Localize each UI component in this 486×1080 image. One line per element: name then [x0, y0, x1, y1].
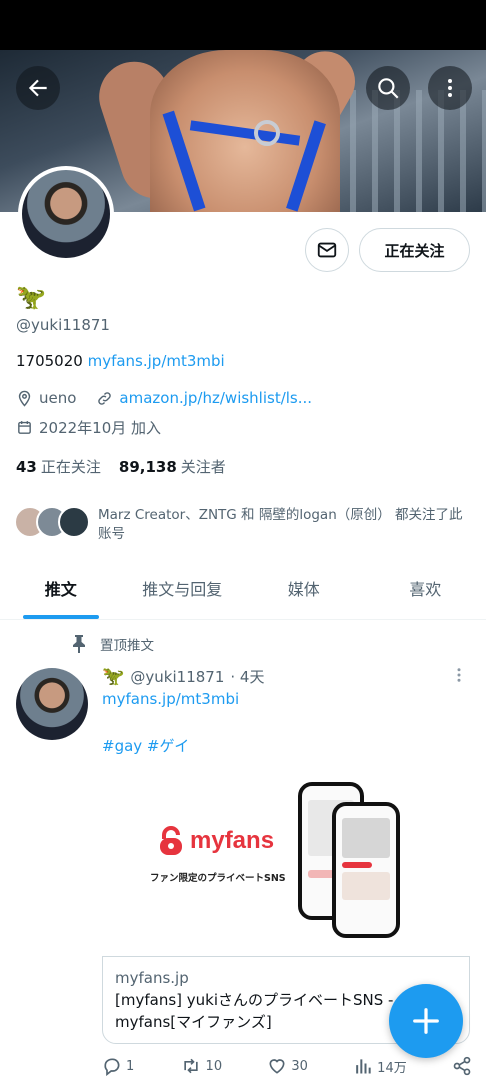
tweet-actions: 1 10 30 14万 — [102, 1056, 472, 1076]
share-button[interactable] — [452, 1056, 472, 1076]
tweet-media[interactable]: myfans ファン限定のプライベートSNS — [102, 774, 470, 950]
retweet-button[interactable]: 10 — [180, 1056, 223, 1076]
joined-row: 2022年10月 加入 — [16, 417, 161, 438]
calendar-icon — [18, 421, 31, 434]
arrow-left-icon — [28, 79, 47, 97]
myfans-brand: myfans — [190, 827, 275, 854]
bio-text: 1705020 — [16, 352, 88, 370]
following-button[interactable]: 正在关注 — [359, 228, 470, 272]
follow-stats: 43 正在关注 89,138 关注者 — [16, 456, 226, 477]
card-domain: myfans.jp — [115, 969, 189, 987]
heart-icon — [269, 1059, 285, 1074]
avatar — [58, 506, 90, 538]
following-stat[interactable]: 43 正在关注 — [16, 456, 101, 477]
following-count: 43 — [16, 458, 37, 476]
mail-icon — [317, 242, 337, 258]
tweet-hashtags[interactable]: #gay #ゲイ — [102, 735, 189, 756]
search-button[interactable] — [366, 66, 410, 110]
bio-link[interactable]: myfans.jp/mt3mbi — [88, 352, 225, 370]
tweet-author-emoji[interactable]: 🦖 — [102, 666, 124, 687]
reply-button[interactable]: 1 — [102, 1056, 134, 1076]
phone-mockup — [332, 802, 400, 938]
reply-count: 1 — [126, 1058, 135, 1074]
like-count: 30 — [291, 1058, 308, 1074]
tweet-avatar[interactable] — [16, 668, 88, 740]
profile-bio: 1705020 myfans.jp/mt3mbi — [16, 352, 225, 370]
reply-icon — [104, 1058, 120, 1076]
joined-text: 2022年10月 加入 — [39, 419, 162, 437]
tweet-handle[interactable]: @yuki11871 — [130, 668, 224, 686]
more-button[interactable] — [428, 66, 472, 110]
known-followers-text: Marz Creator、ZNTG 和 隔壁的logan（原创） 都关注了此账号 — [98, 507, 463, 542]
followers-count: 89,138 — [118, 458, 177, 476]
tweet-header: 🦖 @yuki11871 · 4天 — [102, 666, 264, 687]
bar-chart-icon — [356, 1059, 371, 1074]
myfans-logo: myfans — [158, 826, 274, 856]
myfans-tagline: ファン限定のプライベートSNS — [150, 873, 286, 884]
share-icon — [453, 1056, 471, 1076]
location-pin-icon — [18, 390, 31, 407]
website-link[interactable]: amazon.jp/hz/wishlist/ls... — [119, 389, 312, 407]
profile-handle: @yuki11871 — [16, 316, 110, 334]
more-vertical-icon — [448, 79, 452, 97]
profile-meta-row: ueno amazon.jp/hz/wishlist/ls... — [16, 389, 312, 407]
tab-likes[interactable]: 喜欢 — [365, 556, 486, 619]
views-count: 14万 — [377, 1060, 407, 1076]
retweet-count: 10 — [205, 1058, 223, 1074]
retweet-icon — [183, 1058, 198, 1074]
like-button[interactable]: 30 — [267, 1056, 308, 1076]
known-followers-avatars — [14, 506, 90, 544]
profile-avatar[interactable] — [18, 166, 114, 262]
followers-label: 关注者 — [180, 458, 226, 476]
display-name-emoji: 🦖 — [16, 283, 46, 311]
known-followers[interactable]: Marz Creator、ZNTG 和 隔壁的logan（原创） 都关注了此账号 — [14, 506, 474, 544]
status-bar — [0, 0, 486, 50]
back-button[interactable] — [16, 66, 60, 110]
tab-tweets[interactable]: 推文 — [0, 556, 122, 619]
tweet-time[interactable]: · 4天 — [230, 666, 264, 687]
tab-media[interactable]: 媒体 — [243, 556, 365, 619]
compose-tweet-button[interactable] — [389, 984, 463, 1058]
tweet-link[interactable]: myfans.jp/mt3mbi — [102, 690, 239, 708]
link-icon — [98, 391, 112, 405]
pinned-label: 置顶推文 — [100, 638, 154, 654]
lock-icon — [160, 826, 182, 855]
profile-tabs: 推文 推文与回复 媒体 喜欢 — [0, 556, 486, 620]
search-icon — [378, 78, 399, 99]
views-button[interactable]: 14万 — [353, 1056, 407, 1076]
pinned-indicator: 置顶推文 — [72, 634, 154, 654]
tab-tweets-replies[interactable]: 推文与回复 — [122, 556, 244, 619]
followers-stat[interactable]: 89,138 关注者 — [119, 456, 226, 477]
message-button[interactable] — [305, 228, 349, 272]
tweet-more-icon[interactable] — [450, 666, 468, 684]
card-title: [myfans] yukiさんのプライベートSNS - myfans[マイファン… — [115, 991, 394, 1031]
pin-icon — [73, 635, 85, 653]
location-text: ueno — [39, 389, 77, 407]
plus-icon — [413, 1008, 439, 1034]
following-label: 正在关注 — [40, 458, 101, 476]
harness-ring — [254, 120, 280, 146]
